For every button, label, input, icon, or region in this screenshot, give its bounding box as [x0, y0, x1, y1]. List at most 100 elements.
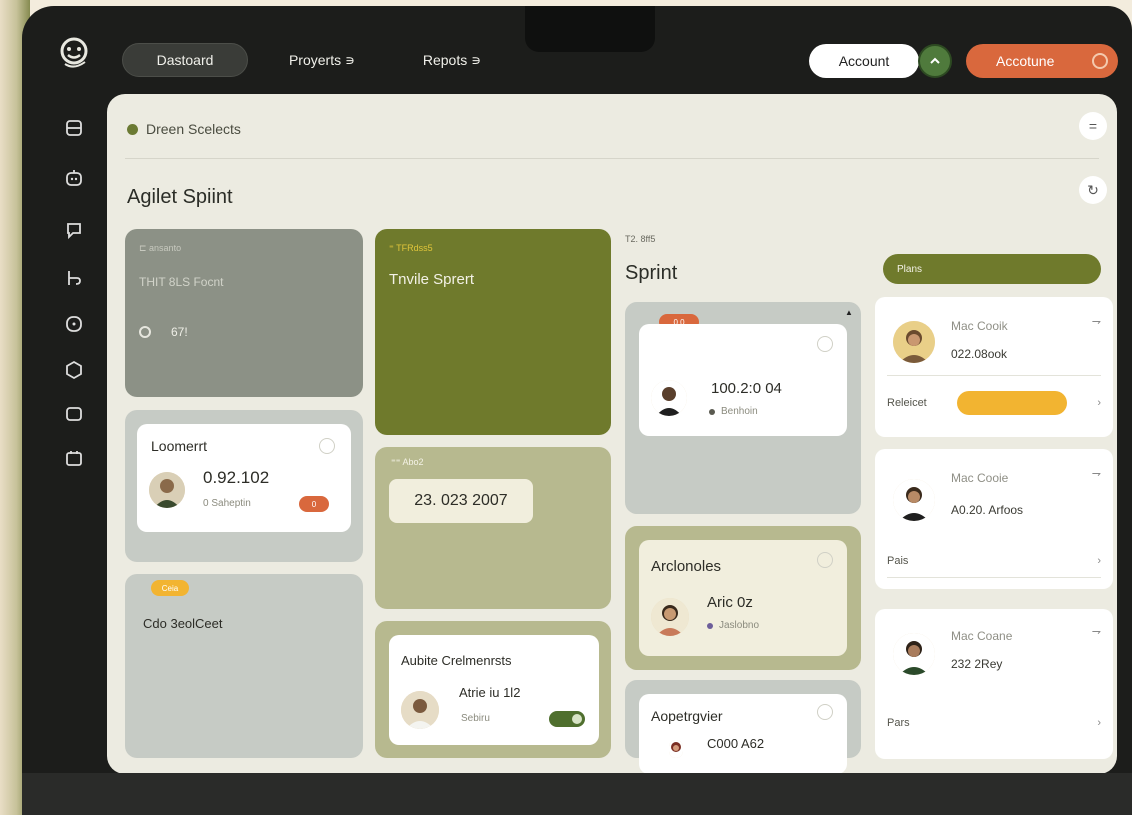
progress-bar	[957, 391, 1067, 415]
account-button[interactable]: Account	[809, 44, 919, 78]
column-tag: T2. 8ff5	[625, 234, 656, 244]
tile-tag: ⊏ ansanto	[139, 243, 182, 253]
avatar	[401, 691, 439, 729]
card-value: 0.92.102	[203, 468, 270, 487]
status-dot-icon	[709, 408, 715, 415]
circle-icon	[1092, 53, 1108, 69]
tile-title: THIT 8LS Focnt	[139, 275, 224, 289]
avatar	[149, 472, 185, 508]
card-value: C000 A62	[707, 736, 765, 751]
person-value: A0.20. Arfoos	[951, 503, 1024, 517]
chevron-icon[interactable]: ⇁	[1092, 467, 1101, 480]
robot-icon[interactable]	[64, 168, 84, 188]
status-badge: 0	[299, 496, 329, 512]
divider	[887, 577, 1101, 578]
page-title: Agilet Spiint	[127, 186, 233, 208]
card-sub-row: Jaslobno	[707, 620, 759, 631]
member-card[interactable]: Aubite Crelmenrsts Atrie iu 1l2 Sebiru	[389, 635, 599, 745]
calendar-icon[interactable]	[64, 448, 84, 468]
person-name: Mac Coane	[951, 629, 1013, 643]
date-value: 23. 023 2007	[389, 479, 533, 523]
chat-icon[interactable]	[64, 220, 84, 240]
contact-card[interactable]: Loomerrt 0.92.102 0 Saheptin 0	[137, 424, 351, 532]
aopetrgvier-tile: Aopetrgvier C000 A62	[625, 680, 861, 774]
tile-title: Cdo 3eolCeet	[143, 616, 223, 631]
pin-icon	[139, 326, 151, 338]
member-tile: Aubite Crelmenrsts Atrie iu 1l2 Sebiru	[375, 621, 611, 758]
person-name: Mac Cooie	[951, 471, 1009, 485]
accounts-button[interactable]: Accotune	[966, 44, 1118, 78]
toggle-switch[interactable]	[549, 711, 585, 727]
square-icon[interactable]	[64, 404, 84, 424]
status-dot-icon	[127, 123, 138, 135]
task-card[interactable]: 100.2:0 04 Benhoin	[639, 324, 847, 436]
avatar	[893, 633, 935, 675]
camera-notch	[525, 6, 655, 52]
avatar	[651, 380, 687, 416]
person-value: 232 2Rey	[951, 657, 1003, 671]
sprint-task-tile: 0.0 ▲ 100.2:0 04 Benhoin	[625, 302, 861, 514]
heart-icon[interactable]	[319, 438, 335, 454]
status-dot-icon	[707, 622, 713, 629]
person-name: Mac Cooik	[951, 319, 1008, 333]
nav-projects-tab[interactable]: Proyerts ∍	[272, 43, 372, 77]
device-bottom-bezel	[22, 773, 1132, 815]
chevron-icon[interactable]: ⇁	[1092, 625, 1101, 638]
person-card[interactable]: Mac Coane ⇁ 232 2Rey Pars ›	[875, 609, 1113, 759]
date-tile[interactable]: ⁼⁼ Abo2 23. 023 2007	[375, 447, 611, 609]
clock-icon[interactable]	[64, 314, 84, 334]
breadcrumb[interactable]: Dreen Scelects	[127, 121, 241, 137]
card-title: Aopetrgvier	[651, 708, 723, 724]
chevron-up-icon[interactable]	[918, 44, 952, 78]
card-subtext: 0 Saheptin	[203, 498, 251, 509]
card-name: Aric 0z	[707, 594, 753, 611]
person-card[interactable]: Mac Cooik ⇁ 022.08ook Releicet ›	[875, 297, 1113, 437]
card-title: Arclonoles	[651, 558, 722, 575]
tile-count: 67!	[171, 325, 188, 339]
main-panel: Dreen Scelects = ↻ Agilet Spiint ⊏ ansan…	[107, 94, 1117, 774]
card-subtext: Jaslobno	[719, 620, 760, 631]
tile-stat-row: 67!	[139, 325, 188, 339]
stat-tile[interactable]: ⊏ ansanto THIT 8LS Focnt 67!	[125, 229, 363, 397]
card-title: Aubite Crelmenrsts	[401, 653, 512, 668]
cursor-icon[interactable]	[64, 268, 84, 288]
card-title: Loomerrt	[151, 438, 208, 454]
menu-icon[interactable]: =	[1079, 112, 1107, 140]
arclonoles-tile: Arclonoles Aric 0z Jaslobno	[625, 526, 861, 670]
person-card[interactable]: Mac Cooie ⇁ A0.20. Arfoos Pais ›	[875, 449, 1113, 589]
tile-title: Tnvile Sprert	[389, 271, 475, 288]
layers-icon[interactable]	[64, 118, 84, 138]
accounts-button-label: Accotune	[996, 53, 1055, 69]
plans-header[interactable]: Plans	[883, 254, 1101, 284]
yellow-badge: Ceia	[151, 580, 189, 596]
sprint-tile[interactable]: ⁼ TFRdss5 Tnvile Sprert	[375, 229, 611, 435]
heart-icon[interactable]	[817, 552, 833, 568]
chevron-right-icon[interactable]: ›	[1097, 397, 1101, 409]
nav-dashboard-tab[interactable]: Dastoard	[122, 43, 248, 77]
task-value: 100.2:0 04	[711, 380, 782, 397]
task-sub-row: Benhoin	[709, 406, 758, 417]
avatar	[669, 740, 683, 758]
chevron-right-icon[interactable]: ›	[1097, 555, 1101, 567]
refresh-icon[interactable]: ↻	[1079, 176, 1107, 204]
avatar	[893, 321, 935, 363]
note-tile[interactable]: Ceia Cdo 3eolCeet	[125, 574, 363, 758]
avatar	[651, 598, 689, 636]
chevron-icon[interactable]: ⇁	[1092, 315, 1101, 328]
heart-icon[interactable]	[817, 704, 833, 720]
expand-icon[interactable]: ▲	[845, 308, 853, 317]
nav-reports-tab[interactable]: Repots ∍	[407, 43, 497, 77]
tile-tag: ⁼ TFRdss5	[389, 243, 433, 253]
app-window: Dastoard Proyerts ∍ Repots ∍ Account Acc…	[22, 6, 1132, 815]
chevron-right-icon[interactable]: ›	[1097, 717, 1101, 729]
heart-icon[interactable]	[817, 336, 833, 352]
task-subtext: Benhoin	[721, 406, 758, 417]
logo-icon	[60, 37, 88, 68]
breadcrumb-label: Dreen Scelects	[146, 121, 241, 137]
aopetrgvier-card[interactable]: Aopetrgvier C000 A62	[639, 694, 847, 774]
arclonoles-card[interactable]: Arclonoles Aric 0z Jaslobno	[639, 540, 847, 656]
divider	[887, 375, 1101, 376]
person-value: 022.08ook	[951, 347, 1008, 361]
card-footer: Pais	[887, 555, 909, 567]
hexagon-icon[interactable]	[64, 360, 84, 380]
